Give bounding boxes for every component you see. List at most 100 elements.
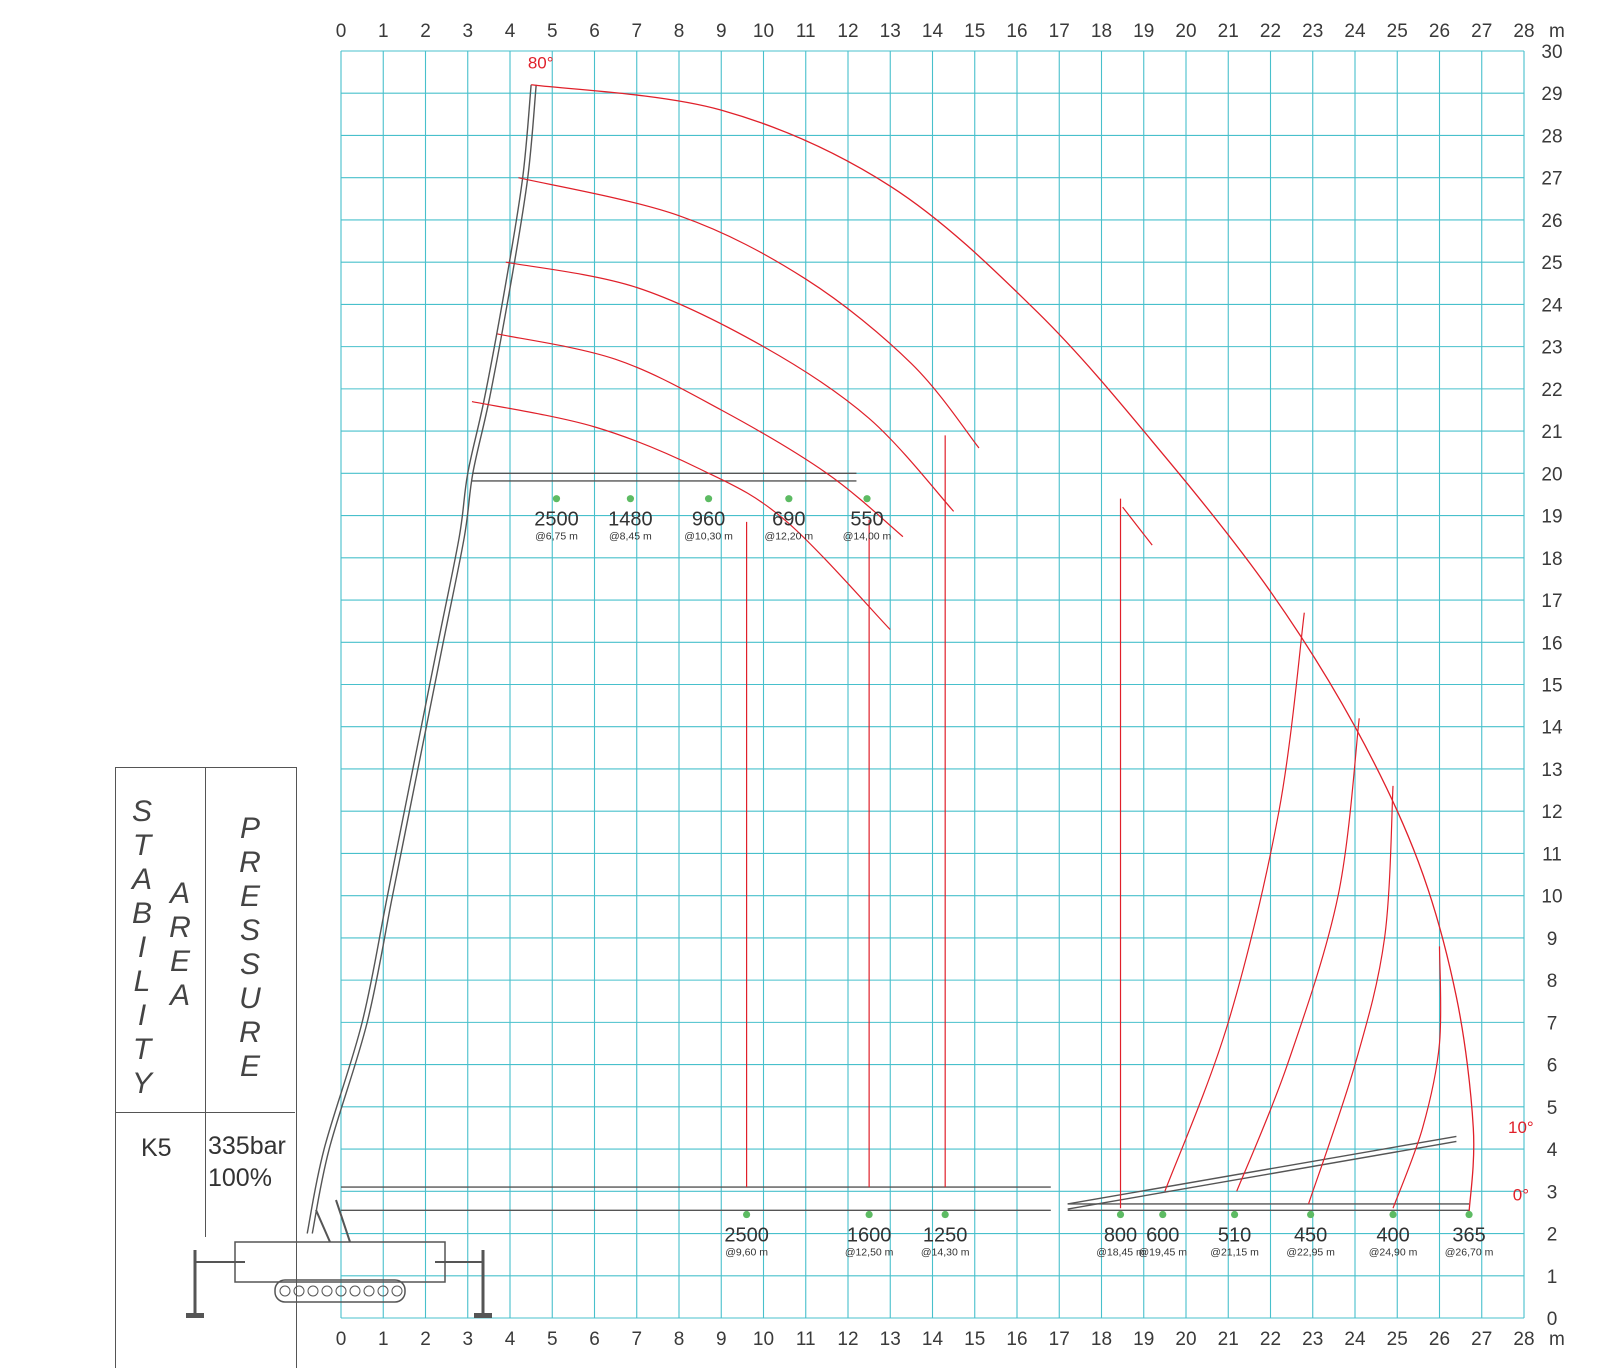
x-unit-bottom: m (1549, 1329, 1565, 1350)
x-tick-label-bottom: 4 (505, 1329, 516, 1350)
load-point (704, 495, 713, 503)
load-radius: @26,70 m (1445, 1247, 1494, 1259)
load-point (552, 495, 561, 503)
load-point (1230, 1210, 1239, 1219)
y-tick-label: 19 (1541, 507, 1562, 528)
load-point (1465, 1210, 1473, 1219)
track-wheel (307, 1285, 319, 1297)
load-value: 960 (692, 509, 725, 531)
load-point (1307, 1210, 1315, 1219)
y-tick-label: 5 (1547, 1098, 1558, 1119)
jib-arc-curve (497, 333, 904, 538)
load-value: 2500 (534, 509, 579, 531)
y-tick-label: 23 (1541, 338, 1562, 359)
outer-arc-curve (1122, 506, 1153, 546)
load-radius: @24,90 m (1369, 1247, 1418, 1259)
load-radius: @8,45 m (609, 531, 652, 543)
x-tick-label-top: 1 (378, 21, 389, 42)
slewing-column (315, 1209, 331, 1243)
load-point (1159, 1210, 1167, 1219)
x-tick-label-top: 11 (796, 21, 816, 42)
x-tick-label-bottom: 27 (1471, 1329, 1492, 1350)
right-outrigger-pad (474, 1313, 492, 1318)
x-tick-label-bottom: 8 (674, 1329, 685, 1350)
angle-label: 80° (528, 54, 554, 73)
y-tick-label: 25 (1541, 253, 1562, 274)
x-tick-label-bottom: 11 (796, 1329, 816, 1350)
slewing-column-2 (335, 1199, 351, 1243)
load-value: 800 (1104, 1225, 1137, 1247)
y-tick-label: 8 (1547, 971, 1558, 992)
panel-divider-vertical (205, 767, 206, 1237)
x-tick-label-bottom: 12 (837, 1329, 858, 1350)
load-value: 510 (1218, 1225, 1251, 1247)
x-tick-label-top: 3 (462, 21, 473, 42)
y-tick-label: 15 (1541, 676, 1562, 697)
y-tick-label: 16 (1541, 633, 1562, 654)
y-tick-label: 0 (1547, 1309, 1558, 1330)
x-tick-label-bottom: 25 (1387, 1329, 1408, 1350)
load-point (1389, 1210, 1397, 1219)
y-tick-label: 26 (1541, 211, 1562, 232)
load-point (785, 495, 793, 503)
x-tick-label-top: 16 (1006, 21, 1027, 42)
track-wheel (391, 1285, 403, 1297)
load-value: 1480 (608, 509, 653, 531)
x-tick-label-bottom: 1 (378, 1329, 389, 1350)
y-tick-label: 1 (1547, 1267, 1558, 1288)
x-tick-label-top: 27 (1471, 21, 1492, 42)
load-labels: 2500@6,75 m1480@8,45 m960@10,30 m690@12,… (534, 509, 1493, 1259)
load-points (552, 495, 1473, 1219)
x-tick-label-bottom: 14 (922, 1329, 944, 1350)
x-tick-label-top: 9 (716, 21, 727, 42)
load-value: 2500 (724, 1225, 769, 1247)
jib-arc-curve (518, 177, 980, 449)
y-tick-label: 11 (1542, 844, 1562, 865)
y-tick-label: 9 (1547, 929, 1558, 950)
load-value: 365 (1452, 1225, 1485, 1247)
y-tick-label: 12 (1541, 802, 1562, 823)
y-tick-label: 28 (1541, 126, 1562, 147)
y-tick-label: 30 (1541, 42, 1562, 63)
outer-arc-curve (1307, 785, 1394, 1205)
y-tick-label: 7 (1547, 1013, 1558, 1034)
reach-curves (471, 84, 1475, 1213)
x-tick-label-bottom: 23 (1302, 1329, 1323, 1350)
x-tick-label-bottom: 2 (420, 1329, 431, 1350)
load-point (941, 1210, 949, 1219)
x-tick-label-top: 4 (505, 21, 516, 42)
crane-boom (306, 84, 1470, 1234)
track-wheel (349, 1285, 361, 1297)
x-axis-top: 0 1 2 3 4 5 6 7 8 9 10 11 12 13 14 15 16 17 18 19 20 21 22 23 24… (336, 21, 1565, 42)
x-tick-label-bottom: 13 (880, 1329, 901, 1350)
x-tick-label-top: 22 (1260, 21, 1281, 42)
y-tick-label: 13 (1541, 760, 1562, 781)
load-point (1116, 1210, 1125, 1219)
load-point (626, 495, 635, 503)
y-tick-label: 21 (1541, 422, 1562, 443)
panel-divider-horizontal (115, 1112, 295, 1113)
y-tick-label: 2 (1547, 1225, 1558, 1246)
x-tick-label-bottom: 19 (1133, 1329, 1154, 1350)
load-radius: @14,30 m (921, 1247, 970, 1259)
x-tick-label-top: 2 (420, 21, 431, 42)
y-tick-label: 22 (1541, 380, 1562, 401)
x-tick-label-top: 18 (1091, 21, 1112, 42)
x-tick-label-top: 15 (964, 21, 985, 42)
pressure-label: PRESSURE (239, 812, 261, 1083)
x-tick-label-top: 14 (922, 21, 944, 42)
x-tick-label-top: 25 (1387, 21, 1408, 42)
x-tick-label-top: 21 (1218, 21, 1239, 42)
x-tick-label-top: 0 (336, 21, 347, 42)
load-radius: @6,75 m (535, 531, 578, 543)
x-tick-label-bottom: 28 (1513, 1329, 1534, 1350)
track-wheel (321, 1285, 333, 1297)
load-value: 550 (850, 509, 883, 531)
y-tick-label: 27 (1541, 169, 1562, 190)
x-tick-label-top: 23 (1302, 21, 1323, 42)
y-tick-label: 17 (1541, 591, 1562, 612)
y-tick-label: 10 (1541, 887, 1562, 908)
x-tick-label-top: 7 (631, 21, 642, 42)
model-label: K5 (141, 1134, 172, 1162)
x-tick-label-top: 19 (1133, 21, 1154, 42)
